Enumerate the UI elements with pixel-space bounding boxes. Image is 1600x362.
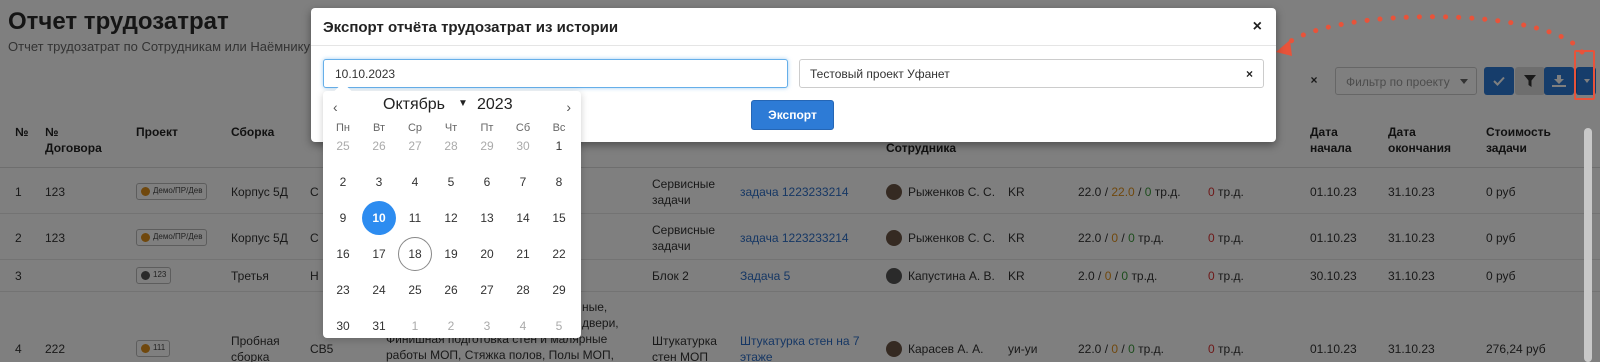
month-select[interactable]: Октябрь — [383, 96, 445, 114]
next-month-icon[interactable]: › — [566, 99, 571, 115]
calendar-day[interactable]: 26 — [362, 129, 396, 163]
calendar-day[interactable]: 2 — [434, 309, 468, 343]
calendar-day[interactable]: 3 — [470, 309, 504, 343]
calendar-day-selected[interactable]: 10 — [362, 201, 396, 235]
date-input[interactable] — [323, 59, 788, 88]
calendar-day[interactable]: 31 — [362, 309, 396, 343]
scrollbar[interactable] — [1584, 128, 1592, 362]
calendar-day[interactable]: 30 — [506, 129, 540, 163]
calendar-day[interactable]: 29 — [542, 273, 576, 307]
calendar-day[interactable]: 19 — [434, 237, 468, 271]
calendar-day[interactable]: 16 — [326, 237, 360, 271]
calendar-day[interactable]: 28 — [434, 129, 468, 163]
calendar-day[interactable]: 7 — [506, 165, 540, 199]
calendar-day[interactable]: 8 — [542, 165, 576, 199]
calendar-day[interactable]: 27 — [470, 273, 504, 307]
calendar-day[interactable]: 3 — [362, 165, 396, 199]
calendar-day[interactable]: 21 — [506, 237, 540, 271]
calendar-day[interactable]: 11 — [398, 201, 432, 235]
year-label[interactable]: 2023 — [477, 96, 513, 114]
calendar-day[interactable]: 23 — [326, 273, 360, 307]
calendar-day[interactable]: 4 — [506, 309, 540, 343]
calendar-day[interactable]: 9 — [326, 201, 360, 235]
calendar-day[interactable]: 26 — [434, 273, 468, 307]
clear-icon[interactable]: × — [1246, 67, 1253, 81]
calendar-day[interactable]: 12 — [434, 201, 468, 235]
modal-header: Экспорт отчёта трудозатрат из истории × — [311, 8, 1276, 46]
calendar-day[interactable]: 2 — [326, 165, 360, 199]
annotation-arrow-icon — [1276, 14, 1585, 56]
calendar-day[interactable]: 24 — [362, 273, 396, 307]
calendar-day[interactable]: 22 — [542, 237, 576, 271]
calendar-day[interactable]: 14 — [506, 201, 540, 235]
calendar-day[interactable]: 5 — [434, 165, 468, 199]
export-button[interactable]: Экспорт — [751, 100, 834, 130]
calendar-day[interactable]: 25 — [398, 273, 432, 307]
calendar-day[interactable]: 27 — [398, 129, 432, 163]
calendar-day[interactable]: 5 — [542, 309, 576, 343]
calendar-day[interactable]: 28 — [506, 273, 540, 307]
prev-month-icon[interactable]: ‹ — [333, 99, 338, 115]
calendar-day[interactable]: 6 — [470, 165, 504, 199]
calendar-day[interactable]: 18 — [398, 237, 432, 271]
app-stage: Отчет трудозатрат Отчет трудозатрат по С… — [0, 0, 1600, 362]
calendar-day[interactable]: 1 — [398, 309, 432, 343]
chevron-down-icon: ▼ — [458, 98, 468, 109]
calendar-day[interactable]: 1 — [542, 129, 576, 163]
project-select-value: Тестовый проект Уфанет — [810, 67, 950, 81]
datepicker: ‹ Октябрь ▼ 2023 › Пн Вт Ср Чт Пт Сб Вс 25 26 27… — [323, 82, 581, 338]
calendar-day[interactable]: 25 — [326, 129, 360, 163]
calendar-day[interactable]: 17 — [362, 237, 396, 271]
highlight-box — [1574, 50, 1595, 100]
calendar-day[interactable]: 29 — [470, 129, 504, 163]
calendar-day[interactable]: 30 — [326, 309, 360, 343]
calendar-day[interactable]: 15 — [542, 201, 576, 235]
calendar-day[interactable]: 13 — [470, 201, 504, 235]
close-icon[interactable]: × — [1253, 18, 1262, 36]
calendar-day[interactable]: 4 — [398, 165, 432, 199]
calendar-day[interactable]: 20 — [470, 237, 504, 271]
project-select[interactable]: Тестовый проект Уфанет × — [799, 59, 1264, 88]
modal-title: Экспорт отчёта трудозатрат из истории — [323, 19, 619, 36]
